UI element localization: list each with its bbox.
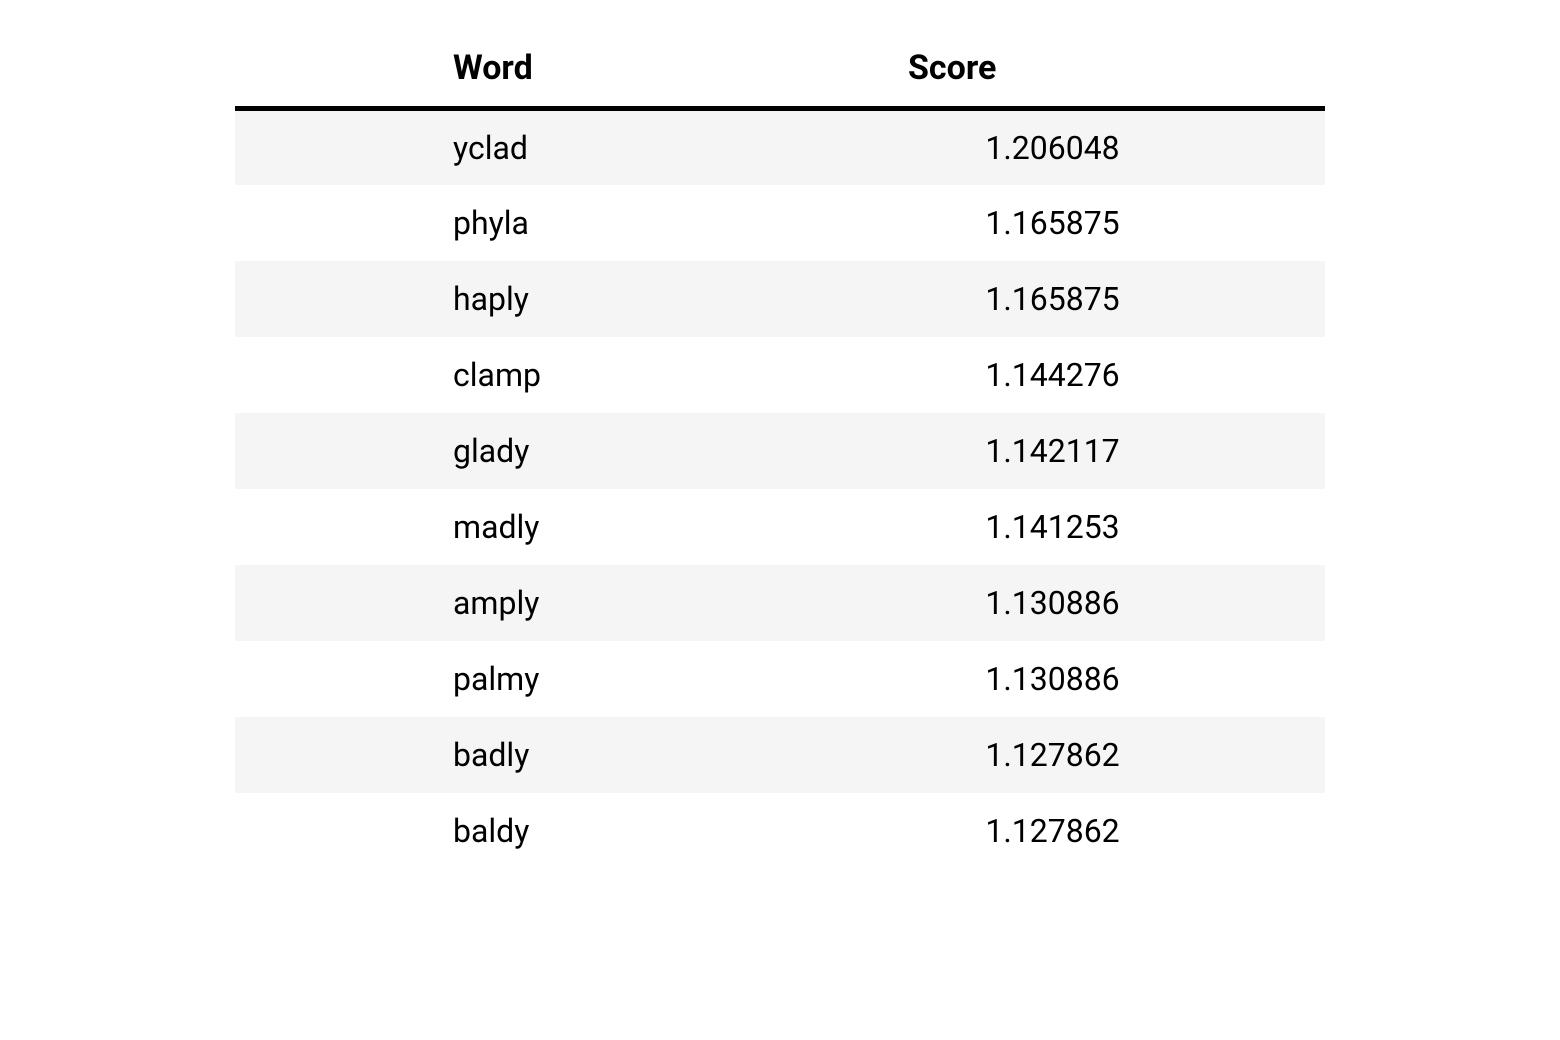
cell-word: yclad	[235, 109, 780, 186]
cell-score: 1.130886	[780, 565, 1325, 641]
table-body: yclad 1.206048 phyla 1.165875 haply 1.16…	[235, 109, 1325, 870]
header-row: Word Score	[235, 30, 1325, 109]
cell-word: amply	[235, 565, 780, 641]
word-score-table: Word Score yclad 1.206048 phyla 1.165875…	[235, 30, 1325, 869]
cell-word: palmy	[235, 641, 780, 717]
cell-score: 1.142117	[780, 413, 1325, 489]
cell-word: badly	[235, 717, 780, 793]
cell-score: 1.127862	[780, 717, 1325, 793]
table-row: badly 1.127862	[235, 717, 1325, 793]
table-row: palmy 1.130886	[235, 641, 1325, 717]
header-word: Word	[235, 30, 780, 109]
header-score: Score	[780, 30, 1325, 109]
table-row: amply 1.130886	[235, 565, 1325, 641]
cell-word: clamp	[235, 337, 780, 413]
cell-word: glady	[235, 413, 780, 489]
table-row: glady 1.142117	[235, 413, 1325, 489]
table-row: haply 1.165875	[235, 261, 1325, 337]
cell-score: 1.165875	[780, 185, 1325, 261]
cell-word: baldy	[235, 793, 780, 869]
table-header: Word Score	[235, 30, 1325, 109]
cell-word: haply	[235, 261, 780, 337]
cell-score: 1.141253	[780, 489, 1325, 565]
cell-score: 1.130886	[780, 641, 1325, 717]
table-row: clamp 1.144276	[235, 337, 1325, 413]
cell-score: 1.165875	[780, 261, 1325, 337]
data-table: Word Score yclad 1.206048 phyla 1.165875…	[235, 30, 1325, 869]
cell-score: 1.144276	[780, 337, 1325, 413]
cell-word: phyla	[235, 185, 780, 261]
table-row: phyla 1.165875	[235, 185, 1325, 261]
table-row: yclad 1.206048	[235, 109, 1325, 186]
cell-word: madly	[235, 489, 780, 565]
table-row: madly 1.141253	[235, 489, 1325, 565]
cell-score: 1.206048	[780, 109, 1325, 186]
cell-score: 1.127862	[780, 793, 1325, 869]
table-row: baldy 1.127862	[235, 793, 1325, 869]
